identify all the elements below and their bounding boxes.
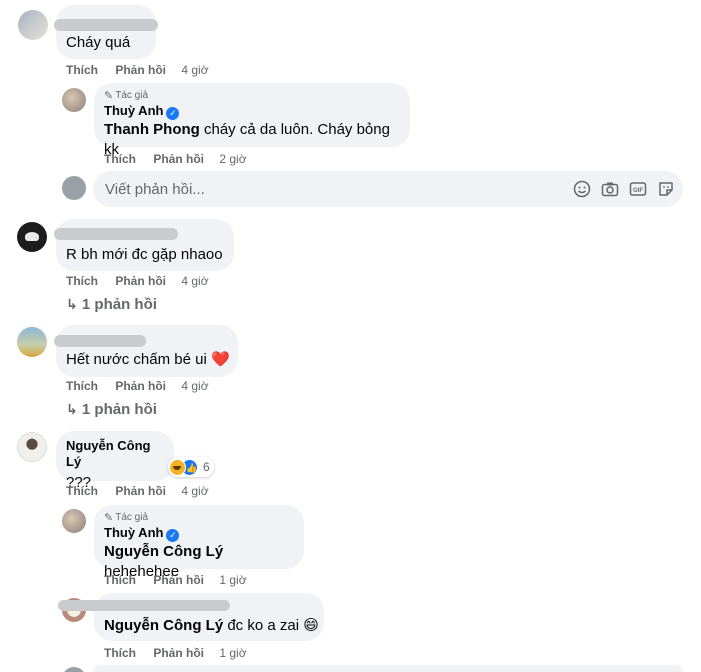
blurred-name [54,335,146,347]
like-button[interactable]: Thích [104,646,136,660]
reply-time[interactable]: 1 giờ [219,646,246,660]
verified-icon: ✓ [166,107,180,120]
mention-link[interactable]: Thanh Phong [104,121,200,138]
svg-text:GIF: GIF [633,188,643,194]
comment-author-name[interactable]: Nguyễn Công Lý [66,438,164,470]
composer-avatar [62,176,86,200]
comment-time[interactable]: 4 giờ [181,484,208,498]
comment-actions: Thích Phản hồi 4 giờ [66,484,209,498]
reply-button[interactable]: Phản hồi [115,484,166,498]
like-button[interactable]: Thích [104,152,136,166]
comment-time[interactable]: 4 giờ [181,63,208,77]
pencil-icon: ✎ [104,512,114,524]
avatar[interactable] [18,10,48,40]
blurred-name [54,228,178,240]
comment-text: Cháy quá [66,34,131,51]
author-name[interactable]: Thuỳ Anh [104,103,163,118]
reply-composer[interactable]: GIF [93,171,683,207]
haha-reaction-icon [169,458,186,476]
reply-author-name[interactable]: Thuỳ Anh ✓ [104,525,294,542]
like-button[interactable]: Thích [66,484,98,498]
view-replies-link[interactable]: ↳ 1 phản hồi [66,296,157,313]
comment-actions: Thích Phản hồi 4 giờ [66,379,209,393]
mention-link[interactable]: Nguyễn Công Lý [104,617,223,634]
camera-icon[interactable] [601,180,619,198]
lotus-icon [25,232,39,241]
avatar[interactable] [62,509,86,533]
reply-bubble: ✎ Tác giả Thuỳ Anh ✓ Nguyễn Công Lý heheh… [94,505,304,580]
reply-button[interactable]: Phản hồi [115,379,166,393]
sticker-icon[interactable] [657,180,675,198]
comment-bubble: Nguyễn Công Lý ??? [56,431,174,491]
reply-arrow-icon: ↳ [66,401,78,417]
avatar[interactable] [17,432,47,462]
avatar[interactable] [17,222,47,252]
reaction-count: 6 [203,460,210,474]
reply-arrow-icon: ↳ [66,296,78,312]
comment-time[interactable]: 4 giờ [181,379,208,393]
reply-actions: Thích Phản hồi 1 giờ [104,646,247,660]
like-button[interactable]: Thích [66,379,98,393]
reply-bubble: Nguyễn Công Lý đc ko a zai 😄 [58,593,324,641]
verified-icon: ✓ [166,529,180,542]
gif-icon[interactable]: GIF [629,180,647,198]
comment-actions: Thích Phản hồi 4 giờ [66,63,209,77]
reply-bubble: ✎ Tác giả Thuỳ Anh ✓ Thanh Phong cháy cả … [94,83,410,158]
view-replies-label[interactable]: 1 phản hồi [82,296,157,313]
avatar[interactable] [17,327,47,357]
reply-button[interactable]: Phản hồi [153,646,204,660]
reply-button[interactable]: Phản hồi [153,152,204,166]
emoji-icon[interactable] [573,180,591,198]
like-button[interactable]: Thích [104,573,136,587]
reply-text: Nguyễn Công Lý đc ko a zai 😄 [104,616,319,636]
reply-time[interactable]: 1 giờ [219,573,246,587]
pencil-icon: ✎ [104,90,114,102]
author-label: Tác giả [115,512,149,523]
reply-button[interactable]: Phản hồi [115,63,166,77]
avatar[interactable] [62,88,86,112]
comment-text: Hết nước chấm bé ui ❤️ [66,351,230,368]
like-button[interactable]: Thích [66,63,98,77]
reply-button[interactable]: Phản hồi [153,573,204,587]
composer-avatar [62,667,86,672]
reply-actions: Thích Phản hồi 1 giờ [104,573,247,587]
comment-time[interactable]: 4 giờ [181,274,208,288]
reply-time[interactable]: 2 giờ [219,152,246,166]
view-replies-link[interactable]: ↳ 1 phản hồi [66,401,157,418]
blurred-name [58,600,230,611]
view-replies-label[interactable]: 1 phản hồi [82,401,157,418]
comment-actions: Thích Phản hồi 4 giờ [66,274,209,288]
author-label: Tác giả [115,90,149,101]
comment-text: R bh mới đc gặp nhaoo [66,246,223,263]
reply-input[interactable] [105,171,555,207]
reply-composer-partial[interactable] [93,665,683,672]
author-tag: ✎ Tác giả [104,511,294,525]
comment-bubble: Cháy quá [54,5,158,59]
reply-body: đc ko a zai 😄 [227,617,319,634]
comment-bubble: Hết nước chấm bé ui ❤️ [54,325,238,377]
like-button[interactable]: Thích [66,274,98,288]
blurred-name [54,19,158,31]
mention-link[interactable]: Nguyễn Công Lý [104,543,223,560]
reply-button[interactable]: Phản hồi [115,274,166,288]
comment-bubble: R bh mới đc gặp nhaoo [54,219,234,271]
author-tag: ✎ Tác giả [104,89,400,103]
reply-author-name[interactable]: Thuỳ Anh ✓ [104,103,400,120]
reaction-summary[interactable]: 👍 6 [168,457,214,477]
author-name[interactable]: Thuỳ Anh [104,525,163,540]
reply-actions: Thích Phản hồi 2 giờ [104,152,247,166]
